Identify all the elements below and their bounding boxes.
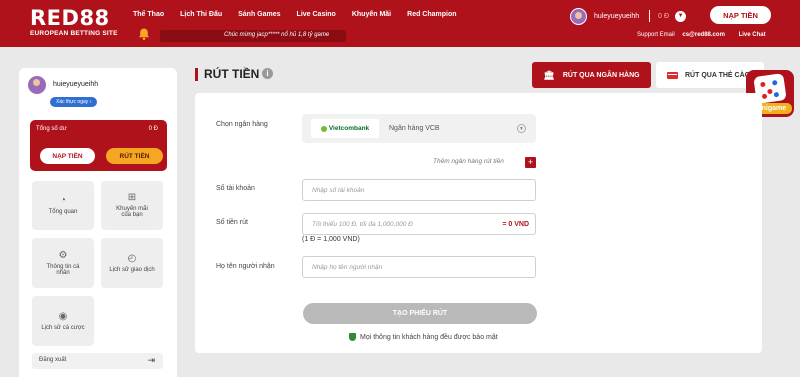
balance-card: Tổng số dư 0 Đ NẠP TIỀN RÚT TIỀN	[30, 120, 167, 171]
amount-placeholder: Tối thiểu 100 Đ, tối đa 1,000,000 Đ	[312, 221, 413, 228]
sidebar-item-label: Lịch sử cá cược	[41, 324, 85, 331]
vietcombank-logo: Vietcombank	[311, 119, 379, 138]
account-placeholder: Nhập số tài khoản	[312, 187, 365, 194]
balance-label: Tổng số dư	[36, 126, 67, 132]
nav-games[interactable]: Sảnh Games	[238, 11, 280, 18]
sidebar-item-label: Khuyến mãi của bạn	[116, 206, 148, 218]
add-bank-link[interactable]: Thêm ngân hàng rút tiền	[433, 158, 504, 165]
security-note-text: Mọi thông tin khách hàng đều được bảo mậ…	[360, 333, 498, 341]
vietcombank-mark-icon	[320, 125, 327, 132]
logout-label: Đăng xuất	[39, 357, 67, 363]
nav-sports[interactable]: Thể Thao	[133, 11, 164, 18]
nav-schedule[interactable]: Lịch Thi Đấu	[180, 11, 222, 18]
sidebar-item-label: Tổng quan	[48, 209, 78, 215]
account-number-input[interactable]: Nhập số tài khoản	[302, 179, 536, 201]
nav-red-champion[interactable]: Red Champion	[407, 11, 456, 18]
account-sidebar: huieyueyueihh Xác thực ngay › Tổng số dư…	[19, 68, 177, 377]
nav-promotions[interactable]: Khuyến Mãi	[352, 11, 391, 18]
gear-icon: ⚙	[58, 249, 68, 261]
withdraw-form: Chọn ngân hàng Vietcombank Ngân hàng VCB…	[195, 93, 762, 353]
selected-bank-name: Ngân hàng VCB	[389, 125, 440, 132]
logout-button[interactable]: Đăng xuất ⇥	[32, 353, 163, 369]
gift-icon: ⊞	[127, 192, 137, 203]
recipient-placeholder: Nhập họ tên người nhận	[312, 264, 383, 271]
user-menu[interactable]: huleyueyueihh 0 Đ ▼	[570, 7, 687, 25]
sidebar-item-promotions[interactable]: ⊞ Khuyến mãi của bạn	[101, 181, 163, 230]
pie-chart-icon: ◔	[59, 195, 67, 206]
support-bar: Support Email cs@red88.com Live Chat	[637, 32, 766, 38]
sidebar-username: huieyueyueihh	[53, 81, 99, 88]
add-bank-button[interactable]: +	[525, 157, 536, 168]
transaction-icon: ◴	[127, 252, 137, 264]
verify-button[interactable]: Xác thực ngay ›	[50, 97, 98, 107]
announcement-marquee: Chúc mừng jacp***** nổ hũ 1,8 tỷ game	[160, 30, 346, 42]
sidebar-item-label: Lịch sử giao dịch	[109, 266, 155, 273]
header-deposit-button[interactable]: NẠP TIỀN	[710, 6, 771, 24]
bell-icon	[139, 28, 149, 41]
nav-live-casino[interactable]: Live Casino	[297, 11, 336, 18]
divider	[649, 10, 651, 22]
page-title: RÚT TIỀN	[195, 68, 259, 81]
header-balance: 0 Đ	[658, 12, 670, 20]
top-header: RED88 EUROPEAN BETTING SITE Thể Thao Lịc…	[0, 0, 800, 47]
amount-conversion: = 0 VND	[502, 221, 529, 228]
brand-logo[interactable]: RED88 EUROPEAN BETTING SITE	[30, 6, 118, 38]
sidebar-deposit-button[interactable]: NẠP TIỀN	[40, 148, 95, 164]
exchange-rate-note: (1 Đ = 1,000 VND)	[302, 236, 360, 243]
tab-card-label: RÚT QUA THẺ CÀO	[685, 71, 751, 79]
sidebar-item-label: Thông tin cá nhân	[46, 263, 80, 276]
verify-label: Xác thực ngay	[56, 99, 89, 105]
avatar[interactable]	[570, 7, 587, 25]
card-icon	[667, 71, 678, 79]
shield-icon	[349, 333, 356, 341]
amount-label: Số tiền rút	[216, 219, 248, 226]
main-nav: Thể Thao Lịch Thi Đấu Sảnh Games Live Ca…	[133, 11, 473, 18]
recipient-label: Họ tên người nhận	[216, 263, 275, 270]
create-withdrawal-button[interactable]: TẠO PHIẾU RÚT	[303, 303, 537, 324]
live-chat-link[interactable]: Live Chat	[739, 32, 766, 38]
support-label: Support Email	[637, 32, 675, 38]
recipient-name-input[interactable]: Nhập họ tên người nhận	[302, 256, 536, 278]
tab-bank-label: RÚT QUA NGÂN HÀNG	[562, 71, 640, 79]
logo-tagline: EUROPEAN BETTING SITE	[30, 30, 118, 37]
account-label: Số tài khoản	[216, 185, 255, 192]
balance-value: 0 Đ	[148, 126, 158, 132]
bank-icon: 🏛	[543, 69, 555, 80]
sidebar-item-bet-history[interactable]: ◉ Lịch sử cá cược	[32, 296, 94, 346]
sidebar-item-transactions[interactable]: ◴ Lịch sử giao dịch	[101, 238, 163, 288]
bank-logo-text: Vietcombank	[328, 125, 370, 132]
chevron-down-icon: ▼	[517, 124, 526, 133]
logo-text: RED88	[30, 6, 110, 30]
sidebar-withdraw-button[interactable]: RÚT TIỀN	[106, 148, 163, 164]
logout-icon: ⇥	[147, 355, 155, 365]
sidebar-item-profile[interactable]: ⚙ Thông tin cá nhân	[32, 238, 94, 288]
security-note: Mọi thông tin khách hàng đều được bảo mậ…	[349, 333, 498, 341]
location-pin-icon: ◉	[58, 310, 68, 322]
header-username: huleyueyueihh	[594, 12, 640, 20]
bank-select[interactable]: Vietcombank Ngân hàng VCB ▼	[302, 114, 536, 143]
chevron-down-icon[interactable]: ▼	[675, 10, 687, 22]
sidebar-item-overview[interactable]: ◔ Tổng quan	[32, 181, 94, 230]
info-icon[interactable]: i	[262, 68, 273, 79]
support-email-link[interactable]: cs@red88.com	[682, 32, 725, 38]
amount-input[interactable]: Tối thiểu 100 Đ, tối đa 1,000,000 Đ = 0 …	[302, 213, 536, 235]
bank-label: Chọn ngân hàng	[216, 121, 268, 128]
avatar	[28, 76, 46, 94]
tab-withdraw-bank[interactable]: 🏛 RÚT QUA NGÂN HÀNG	[532, 62, 651, 88]
